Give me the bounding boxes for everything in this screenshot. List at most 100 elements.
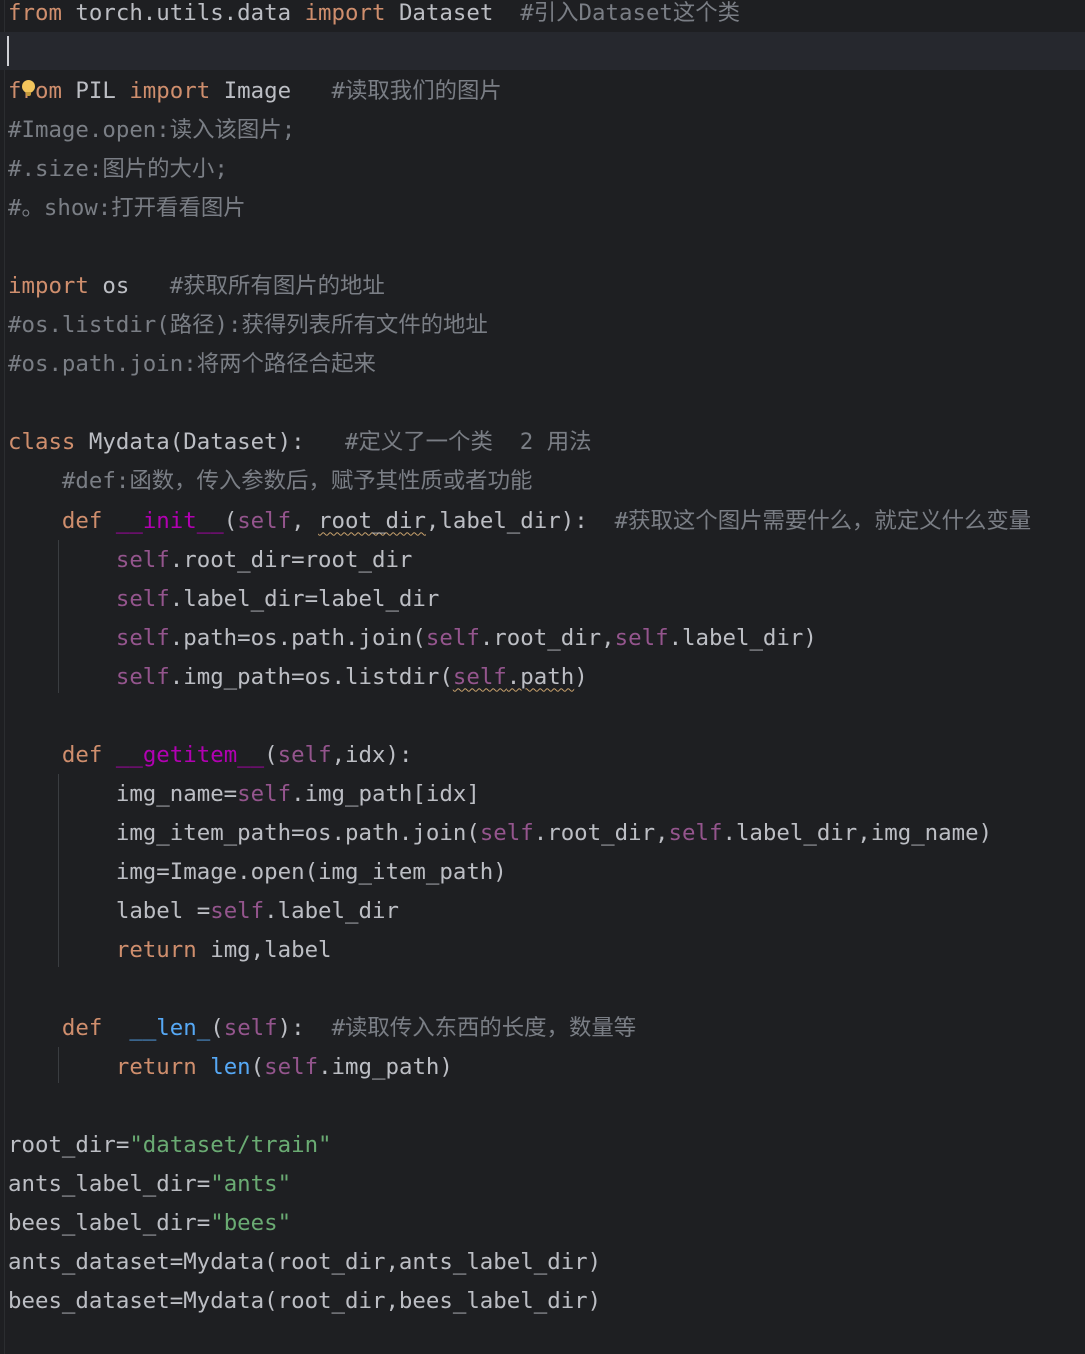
code-line[interactable]: root_dir="dataset/train" [8,1126,332,1165]
code-token: self [614,624,669,651]
code-editor[interactable]: from torch.utils.data import Dataset #引入… [0,0,1085,1354]
code-line[interactable]: def __init__(self, root_dir,label_dir): … [8,502,1031,541]
code-token: ) [574,663,588,690]
code-token: self [237,780,292,807]
code-line[interactable]: #os.listdir(路径):获得列表所有文件的地址 [8,306,488,345]
code-token: img_item_path=os.path.join( [8,819,480,846]
code-token: bees_label_dir= [8,1210,211,1237]
code-token: #。show:打开看看图片 [8,195,246,222]
code-token: label = [8,897,211,924]
code-token: ( [210,1015,224,1042]
code-token: #def:函数，传入参数后，赋予其性质或者功能 [61,468,533,495]
code-line[interactable]: self.path=os.path.join(self.root_dir,sel… [8,619,817,658]
code-line[interactable]: img=Image.open(img_item_path) [8,853,507,892]
code-token: .label_dir [264,897,399,924]
code-line[interactable]: img_item_path=os.path.join(self.root_dir… [8,814,992,853]
code-token: len [210,1054,251,1081]
code-token: import [129,78,211,105]
code-line[interactable]: label =self.label_dir [8,892,399,931]
code-token: from [8,0,62,26]
code-line[interactable]: #.size:图片的大小; [8,150,228,189]
code-token: Image [210,78,332,105]
text-caret [7,36,9,66]
code-line[interactable]: return img,label [8,931,332,970]
code-line[interactable]: ants_dataset=Mydata(root_dir,ants_label_… [8,1243,601,1282]
code-token: def [61,507,103,534]
lightbulb-icon[interactable] [22,80,35,96]
code-token: #读取我们的图片 [331,78,502,105]
code-token: .label_dir) [668,624,817,651]
code-token: self [115,585,170,612]
code-line[interactable]: #os.path.join:将两个路径合起来 [8,345,376,384]
code-line[interactable]: self.label_dir=label_dir [8,580,440,619]
code-token: .label_dir=label_dir [169,585,440,612]
code-token: PIL [61,78,130,105]
code-token: , [291,507,319,534]
code-token: ): [277,1015,332,1042]
code-token: #.size:图片的大小; [8,156,228,183]
code-line[interactable]: #Image.open:读入该图片; [8,111,295,150]
code-token: self [237,507,292,534]
code-token: .img_path[idx] [291,780,480,807]
code-token: .path [506,663,575,690]
code-token: #获取所有图片的地址 [169,273,385,300]
code-token: ,label_dir): [425,507,615,534]
code-token: #读取传入东西的长度，数量等 [331,1015,637,1042]
code-token: img_name= [8,780,238,807]
code-line[interactable]: ants_label_dir="ants" [8,1165,291,1204]
code-line[interactable]: class Mydata(Dataset): #定义了一个类 2 用法 [8,423,592,462]
code-token: return [115,1054,197,1081]
code-token: Dataset [385,0,521,26]
code-line[interactable]: def __getitem__(self,idx): [8,736,413,775]
code-token: import [304,0,386,26]
code-token: self [223,1015,278,1042]
code-token: "bees" [210,1210,292,1237]
code-token: .img_path=os.listdir( [169,663,453,690]
code-token: .root_dir, [533,819,669,846]
code-token: Mydata(Dataset): [75,429,346,456]
code-token: ( [223,507,238,534]
code-line[interactable]: import os #获取所有图片的地址 [8,267,385,306]
code-token: self [452,663,507,690]
code-line[interactable]: self.img_path=os.listdir(self.path) [8,658,588,697]
code-token: #定义了一个类 2 用法 [345,429,592,456]
code-token: root_dir [318,507,426,534]
code-token: self [277,741,332,768]
code-token: .root_dir, [479,624,615,651]
code-line[interactable]: from torch.utils.data import Dataset #引入… [8,0,740,33]
code-token: os [88,273,170,300]
code-token: self [264,1054,319,1081]
code-line[interactable]: #def:函数，传入参数后，赋予其性质或者功能 [8,462,532,501]
code-line[interactable]: self.root_dir=root_dir [8,541,413,580]
code-token: .root_dir=root_dir [169,546,413,573]
code-token: def [61,1015,103,1042]
code-token: return [115,936,197,963]
code-line[interactable]: def __len_(self): #读取传入东西的长度，数量等 [8,1009,636,1048]
code-line[interactable]: #。show:打开看看图片 [8,189,246,228]
code-token: #获取这个图片需要什么，就定义什么变量 [614,507,1032,534]
code-line[interactable]: return len(self.img_path) [8,1048,453,1087]
code-token: root_dir= [8,1132,130,1159]
code-token: .img_path) [318,1054,453,1081]
code-token: self [479,819,534,846]
code-token: #Image.open:读入该图片; [8,117,296,144]
code-line[interactable]: bees_dataset=Mydata(root_dir,bees_label_… [8,1282,601,1321]
code-line[interactable]: img_name=self.img_path[idx] [8,775,480,814]
code-token: "dataset/train" [129,1132,332,1159]
code-line[interactable]: from PIL import Image #读取我们的图片 [8,72,502,111]
code-line[interactable]: bees_label_dir="bees" [8,1204,291,1243]
code-token: __len_ [129,1015,211,1042]
code-token: from [8,78,62,105]
code-token: self [115,546,170,573]
code-token: torch.utils.data [61,0,305,26]
